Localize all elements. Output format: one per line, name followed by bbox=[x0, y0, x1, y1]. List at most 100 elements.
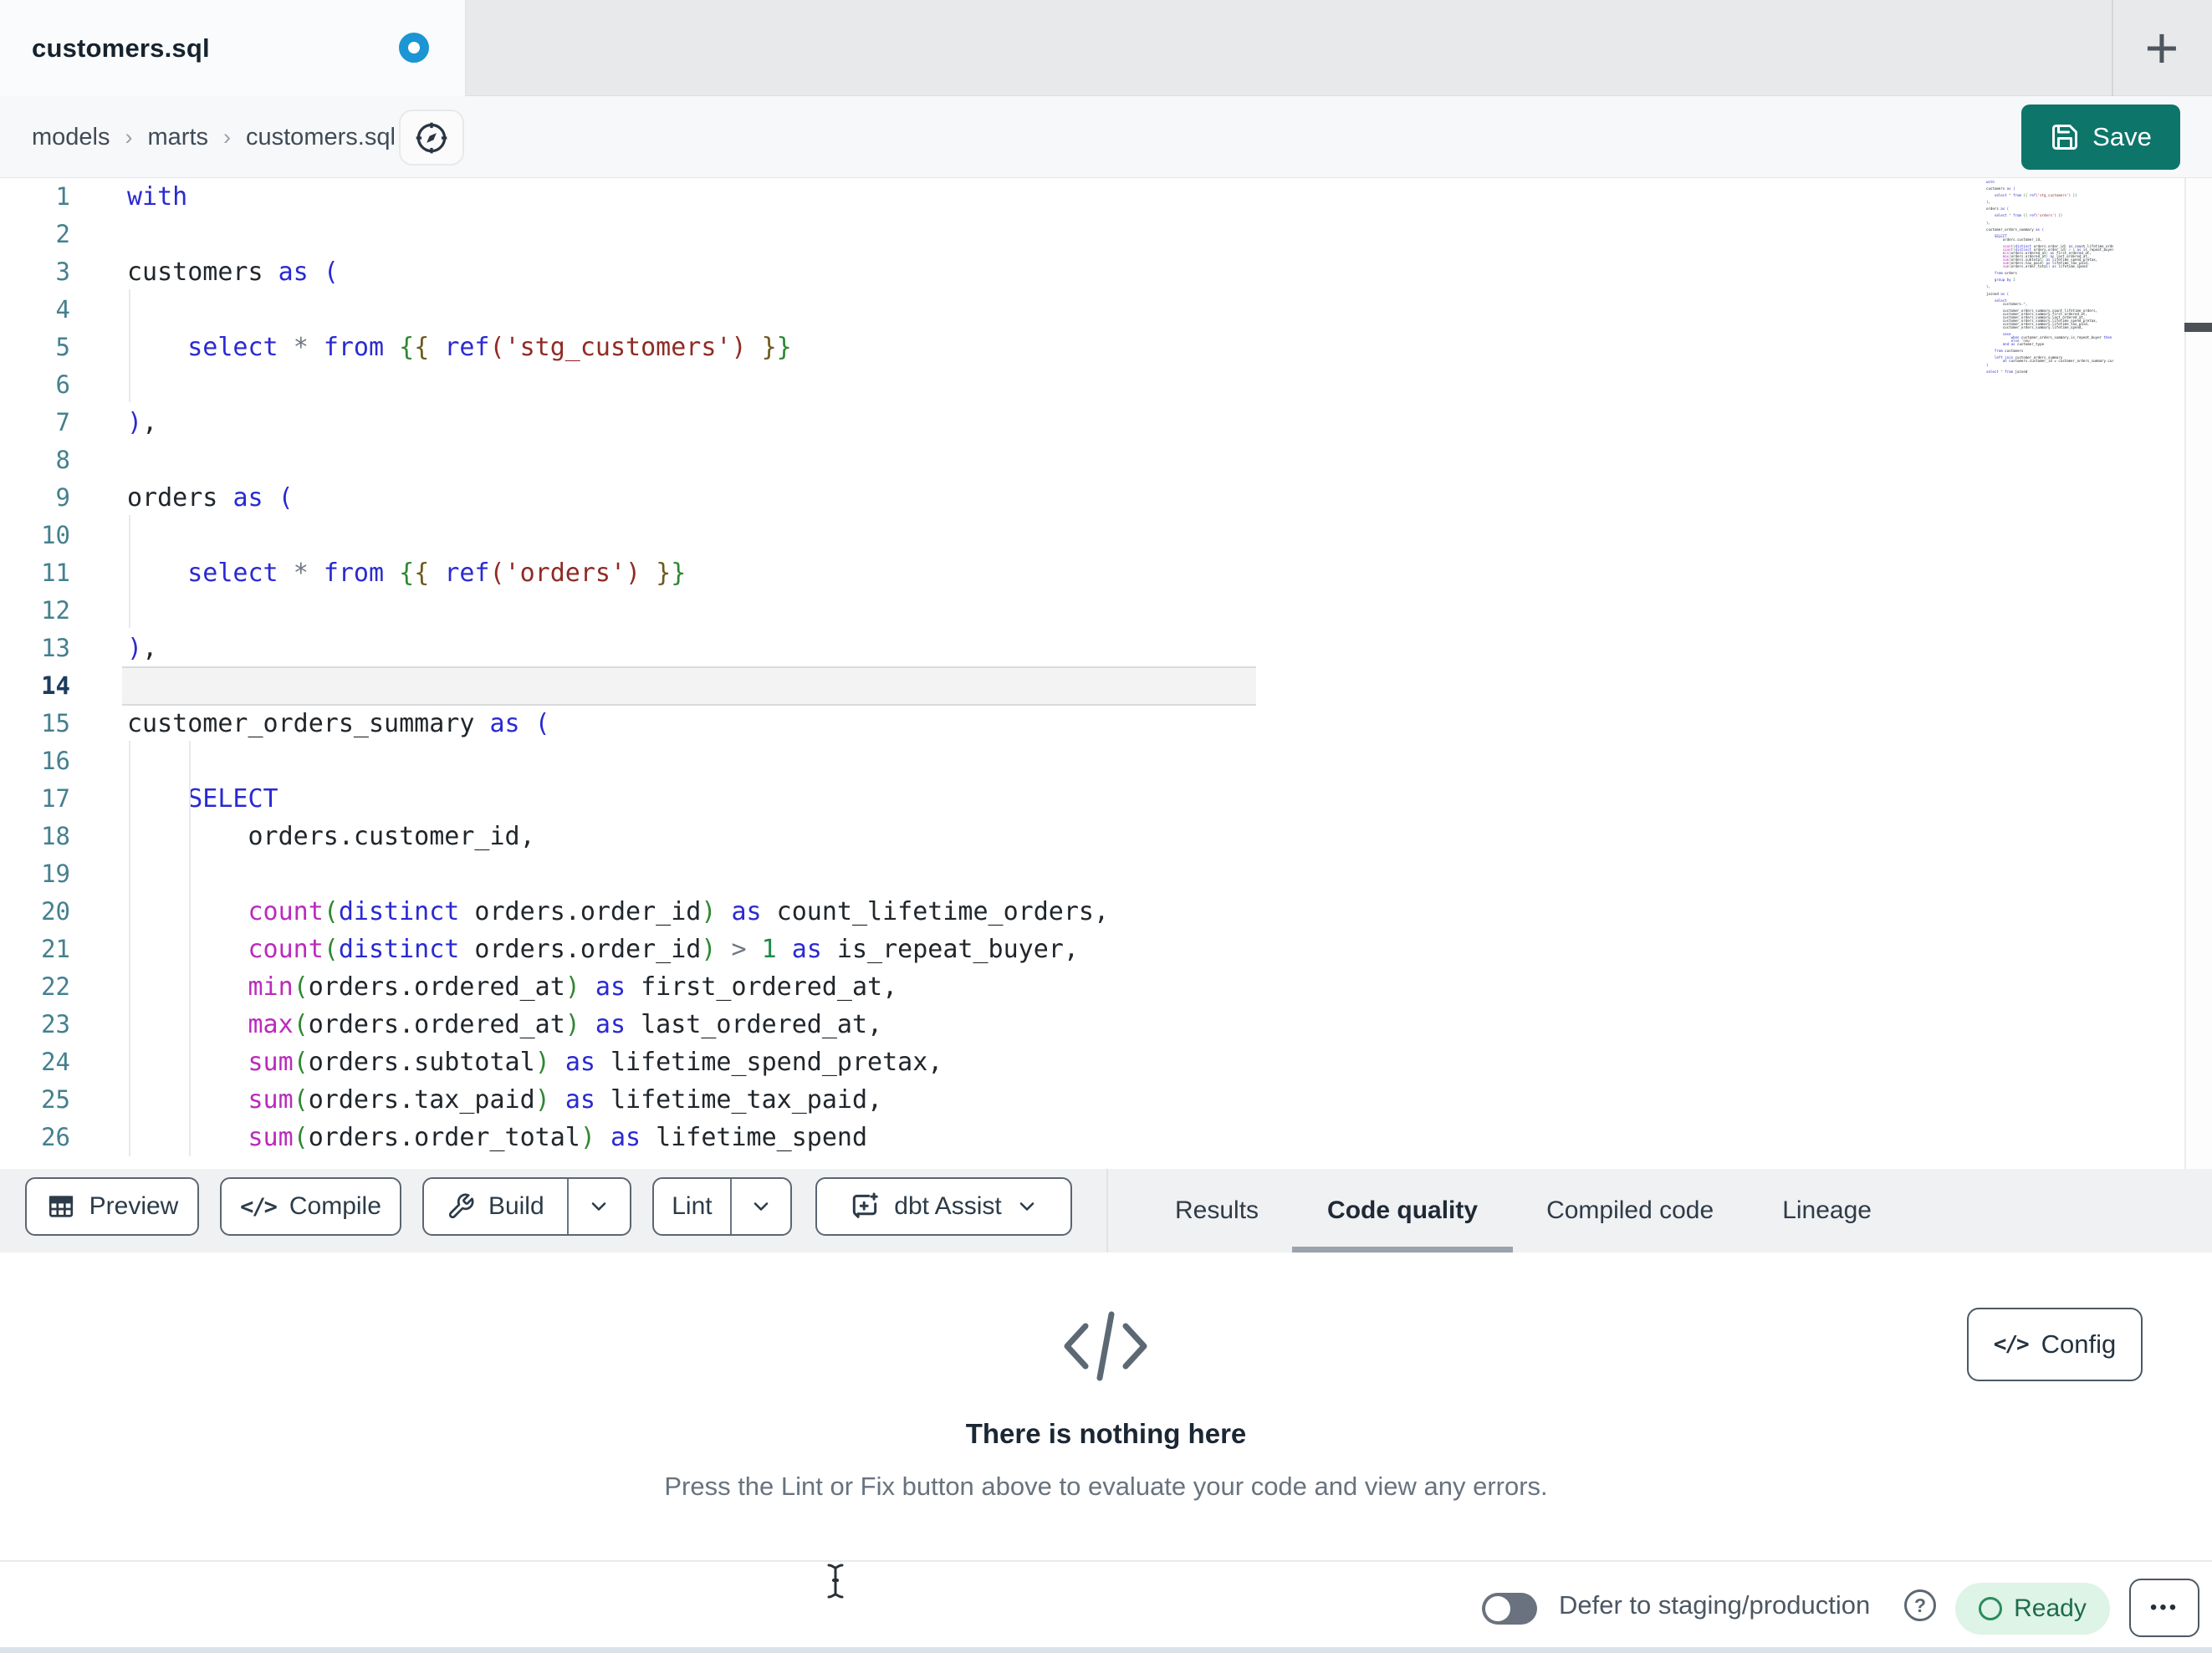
line-number: 2 bbox=[55, 220, 70, 248]
chevron-right-icon: › bbox=[223, 124, 231, 150]
window-bottom-edge bbox=[0, 1647, 2212, 1653]
code-line[interactable] bbox=[127, 441, 1109, 479]
results-tab-bar: Results Code quality Compiled code Linea… bbox=[1175, 1169, 1872, 1253]
file-tab-strip: customers.sql + bbox=[0, 0, 2212, 96]
line-number: 5 bbox=[55, 333, 70, 361]
code-line[interactable]: orders.customer_id, bbox=[127, 818, 1109, 855]
tab-results-label: Results bbox=[1175, 1196, 1259, 1224]
code-line[interactable]: select * from {{ ref('orders') }} bbox=[127, 554, 1109, 592]
code-content[interactable]: with customers as ( select * from {{ ref(… bbox=[127, 178, 1109, 1156]
line-number: 11 bbox=[41, 559, 70, 587]
lint-button[interactable]: Lint bbox=[654, 1179, 730, 1234]
compass-icon bbox=[413, 120, 450, 156]
tab-code-quality[interactable]: Code quality bbox=[1292, 1169, 1514, 1253]
code-line[interactable]: customers as ( bbox=[127, 253, 1109, 291]
editor-toolbar: Preview </> Compile Build Lint dbt Assis… bbox=[0, 1169, 2212, 1253]
code-line[interactable]: sum(orders.order_total) as lifetime_spen… bbox=[127, 1119, 1109, 1156]
wrench-icon bbox=[447, 1192, 475, 1221]
lint-dropdown-button[interactable] bbox=[732, 1179, 790, 1234]
code-brackets-icon: </> bbox=[240, 1193, 278, 1220]
build-button[interactable]: Build bbox=[424, 1179, 567, 1234]
status-bar: Defer to staging/production ? Ready ••• bbox=[0, 1560, 2212, 1647]
toggle-knob bbox=[1485, 1596, 1510, 1621]
new-tab-button[interactable]: + bbox=[2132, 15, 2192, 80]
code-line[interactable] bbox=[127, 742, 1109, 780]
dbt-ide-window: customers.sql + models › marts › custome… bbox=[0, 0, 2212, 1653]
tab-lineage[interactable]: Lineage bbox=[1782, 1169, 1872, 1253]
breadcrumb-item-marts[interactable]: marts bbox=[148, 124, 209, 151]
lint-label: Lint bbox=[672, 1192, 713, 1220]
plus-icon: + bbox=[2144, 15, 2179, 80]
save-button[interactable]: Save bbox=[2021, 105, 2180, 170]
breadcrumb-item-models[interactable]: models bbox=[32, 124, 110, 151]
code-line[interactable]: count(distinct orders.order_id) > 1 as i… bbox=[127, 931, 1109, 968]
code-line[interactable]: orders as ( bbox=[127, 479, 1109, 517]
compile-button[interactable]: </> Compile bbox=[220, 1177, 401, 1236]
code-brackets-icon: </> bbox=[1993, 1332, 2030, 1357]
build-dropdown-button[interactable] bbox=[569, 1179, 630, 1234]
chevron-down-icon bbox=[1015, 1195, 1039, 1218]
more-options-button[interactable]: ••• bbox=[2129, 1579, 2199, 1637]
chevron-right-icon: › bbox=[125, 124, 133, 150]
indent-guide bbox=[129, 289, 130, 402]
indent-guide bbox=[189, 741, 191, 1156]
code-line[interactable]: count(distinct orders.order_id) as count… bbox=[127, 893, 1110, 931]
line-number: 9 bbox=[55, 483, 70, 512]
line-number: 17 bbox=[41, 784, 70, 813]
line-number: 20 bbox=[41, 897, 70, 926]
code-line[interactable]: customer_orders_summary as ( bbox=[127, 705, 1109, 742]
preview-button[interactable]: Preview bbox=[25, 1177, 199, 1236]
code-line[interactable] bbox=[127, 667, 1109, 705]
code-line[interactable] bbox=[127, 517, 1109, 554]
code-line[interactable]: with bbox=[127, 178, 1109, 216]
code-line[interactable] bbox=[127, 592, 1109, 630]
line-number: 3 bbox=[55, 258, 70, 286]
status-badge: Ready bbox=[1955, 1583, 2110, 1635]
chat-sparkle-icon bbox=[849, 1191, 881, 1222]
line-number-gutter: 1 2 3 4 5 6 7 8 9 10 11 12 13 14 15 16 17 18 19 20 21 22 23 24 2… bbox=[0, 178, 70, 1156]
indent-guide bbox=[129, 741, 130, 1156]
editor-minimap[interactable]: with customers as ( select * from {{ ref(… bbox=[1986, 181, 2113, 380]
code-line[interactable] bbox=[127, 855, 1109, 893]
build-split-button: Build bbox=[422, 1177, 631, 1236]
unsaved-changes-dot-icon bbox=[399, 33, 429, 63]
code-line[interactable]: sum(orders.subtotal) as lifetime_spend_p… bbox=[127, 1043, 1109, 1081]
lineage-compass-button[interactable] bbox=[399, 110, 464, 166]
compile-label: Compile bbox=[289, 1192, 381, 1220]
code-line[interactable]: ), bbox=[127, 630, 1109, 667]
code-line[interactable]: max(orders.ordered_at) as last_ordered_a… bbox=[127, 1006, 1109, 1043]
empty-state-subtitle: Press the Lint or Fix button above to ev… bbox=[664, 1472, 1548, 1501]
config-label: Config bbox=[2041, 1329, 2117, 1359]
toolbar-divider bbox=[1106, 1169, 1108, 1253]
code-line[interactable]: sum(orders.tax_paid) as lifetime_tax_pai… bbox=[127, 1081, 1109, 1119]
results-panel: </> Config There is nothing here Press t… bbox=[0, 1253, 2212, 1560]
line-number: 8 bbox=[55, 446, 70, 474]
line-number: 12 bbox=[41, 596, 70, 625]
line-number: 16 bbox=[41, 747, 70, 775]
tab-compiled-code[interactable]: Compiled code bbox=[1546, 1169, 1714, 1253]
indent-guide bbox=[129, 515, 130, 628]
mouse-cursor-ibeam-icon bbox=[823, 1562, 848, 1600]
build-label: Build bbox=[488, 1192, 544, 1220]
code-line[interactable] bbox=[127, 366, 1109, 404]
code-editor[interactable]: 1 2 3 4 5 6 7 8 9 10 11 12 13 14 15 16 17 18 19 20 21 22 23 24 2… bbox=[0, 178, 2212, 1169]
code-line[interactable] bbox=[127, 291, 1109, 329]
code-line[interactable]: ), bbox=[127, 404, 1109, 441]
config-button[interactable]: </> Config bbox=[1967, 1308, 2143, 1381]
tab-results[interactable]: Results bbox=[1175, 1169, 1259, 1253]
ellipsis-icon: ••• bbox=[2149, 1596, 2179, 1619]
line-number: 25 bbox=[41, 1085, 70, 1114]
help-icon[interactable]: ? bbox=[1904, 1589, 1936, 1621]
line-number: 13 bbox=[41, 634, 70, 662]
code-line[interactable]: SELECT bbox=[127, 780, 1109, 818]
code-line[interactable] bbox=[127, 216, 1109, 253]
code-line[interactable]: select * from {{ ref('stg_customers') }} bbox=[127, 329, 1109, 366]
line-number: 1 bbox=[55, 182, 70, 211]
defer-toggle[interactable] bbox=[1482, 1593, 1537, 1625]
table-grid-icon bbox=[46, 1191, 76, 1222]
file-tab-customers-sql[interactable]: customers.sql bbox=[0, 0, 466, 96]
tab-lineage-label: Lineage bbox=[1782, 1196, 1872, 1224]
code-line[interactable]: min(orders.ordered_at) as first_ordered_… bbox=[127, 968, 1109, 1006]
dbt-assist-button[interactable]: dbt Assist bbox=[815, 1177, 1072, 1236]
breadcrumb-item-customers-sql[interactable]: customers.sql bbox=[246, 124, 396, 151]
